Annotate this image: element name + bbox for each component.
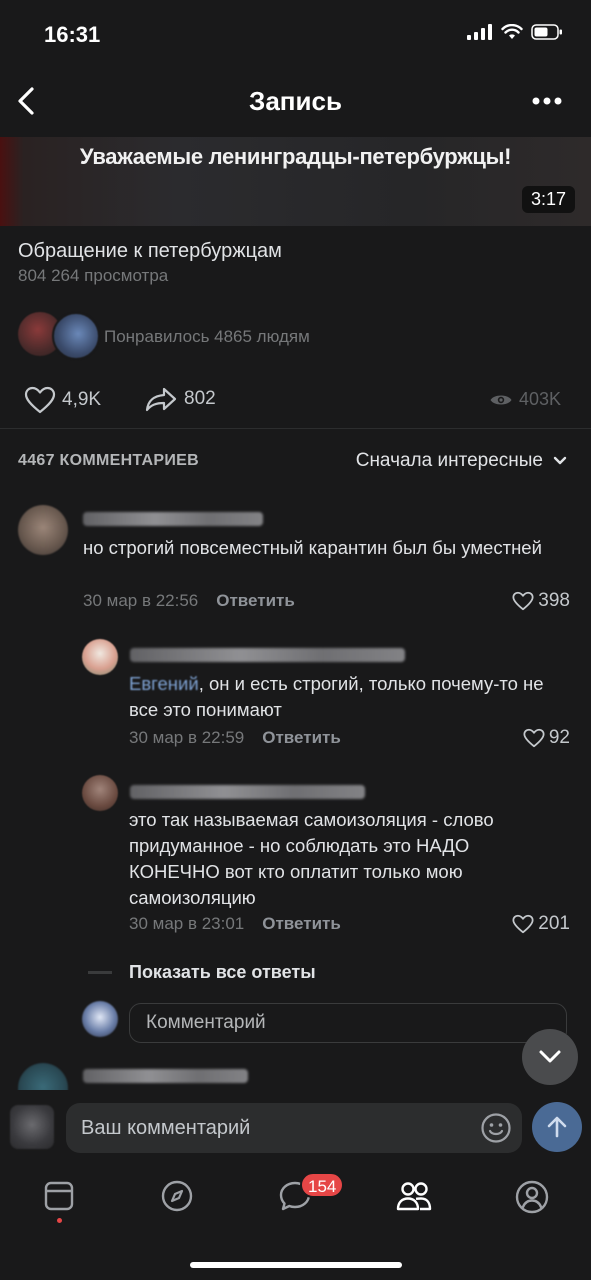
reply-button[interactable]: Ответить — [262, 728, 341, 748]
liked-by-text[interactable]: Понравилось 4865 людям — [104, 327, 310, 347]
wifi-icon — [501, 24, 523, 39]
video-title[interactable]: Обращение к петербуржцам — [18, 240, 282, 263]
comment-like-button[interactable]: 92 — [523, 727, 570, 749]
tab-bar — [0, 1166, 591, 1236]
view-count-text: 804 264 просмотра — [18, 266, 169, 285]
comment-date: 30 мар в 22:59 — [129, 728, 245, 747]
comment-like-button[interactable]: 201 — [512, 913, 570, 935]
reply-input[interactable]: Комментарий — [129, 1003, 567, 1043]
comment-date: 30 мар в 23:01 — [129, 914, 245, 933]
avatar — [52, 312, 100, 360]
reply-button[interactable]: Ответить — [216, 591, 295, 611]
reply-avatar[interactable] — [82, 775, 118, 811]
author-name[interactable] — [130, 785, 365, 799]
like-button[interactable]: 4,9K — [24, 386, 101, 414]
home-indicator — [190, 1262, 402, 1268]
liked-avatars[interactable] — [18, 312, 100, 360]
comment-text: но строгий повсеместный карантин был бы … — [83, 537, 542, 558]
comment-like-button[interactable]: 398 — [512, 590, 570, 612]
my-avatar[interactable] — [10, 1105, 54, 1149]
news-feed-icon[interactable] — [44, 1181, 74, 1211]
comment-meta: 30 мар в 22:56 Ответить — [83, 591, 295, 611]
comments-count: 4467 КОММЕНТАРИЕВ — [18, 452, 199, 469]
sort-label: Сначала интересные — [355, 450, 543, 471]
thread-line — [88, 971, 112, 974]
heart-icon — [523, 728, 545, 748]
eye-icon — [490, 395, 512, 404]
discover-icon[interactable] — [161, 1180, 193, 1212]
status-icons — [467, 24, 563, 40]
comment-meta: 30 мар в 22:59 Ответить — [129, 728, 341, 748]
my-avatar — [82, 1001, 118, 1037]
status-time: 16:31 — [44, 22, 101, 47]
heart-icon — [512, 914, 534, 934]
chevron-down-icon — [539, 1050, 561, 1063]
friends-icon[interactable] — [396, 1181, 432, 1211]
emoji-icon[interactable] — [480, 1112, 512, 1144]
unread-dot — [57, 1218, 62, 1223]
share-count: 802 — [184, 388, 216, 409]
reply-button[interactable]: Ответить — [262, 914, 341, 934]
share-icon — [145, 387, 177, 412]
author-name[interactable] — [130, 648, 405, 662]
video-duration: 3:17 — [521, 186, 575, 213]
scroll-down-button[interactable] — [522, 1029, 578, 1085]
comment-like-count: 201 — [538, 913, 570, 934]
comment-like-count: 398 — [538, 590, 570, 611]
arrow-up-icon — [547, 1116, 567, 1138]
battery-icon — [531, 24, 562, 40]
profile-icon[interactable] — [515, 1180, 549, 1214]
mention-link[interactable]: Евгений — [129, 673, 199, 694]
heart-icon — [24, 386, 56, 414]
reply-avatar[interactable] — [82, 639, 118, 675]
share-button[interactable]: 802 — [144, 386, 216, 412]
author-name[interactable] — [83, 1069, 248, 1083]
more-options-icon[interactable] — [532, 96, 562, 106]
page-title: Запись — [249, 86, 342, 116]
comment-like-count: 92 — [548, 727, 570, 748]
signal-icon — [467, 24, 492, 40]
like-count: 4,9K — [62, 389, 102, 410]
comment-date: 30 мар в 22:56 — [83, 591, 199, 610]
comment-input[interactable]: Ваш комментарий — [66, 1103, 522, 1153]
sort-selector[interactable]: Сначала интересные — [356, 450, 567, 472]
divider — [0, 428, 591, 429]
chevron-down-icon — [553, 456, 567, 465]
send-button[interactable] — [532, 1102, 582, 1152]
heart-icon — [512, 591, 534, 611]
view-count: 403K — [519, 389, 562, 409]
views-indicator: 403K — [489, 389, 561, 410]
comment-text: Евгений, он и есть строгий, только почем… — [129, 671, 569, 723]
comment-avatar[interactable] — [18, 505, 68, 555]
author-name[interactable] — [83, 512, 263, 526]
comment-meta: 30 мар в 23:01 Ответить — [129, 914, 341, 934]
comment-text: это так называемая самоизоляция - слово … — [129, 809, 494, 908]
video-caption: Уважаемые ленинградцы-петербуржцы! — [79, 144, 512, 169]
messages-badge: 154 — [300, 1172, 345, 1198]
show-all-replies-button[interactable]: Показать все ответы — [129, 962, 316, 983]
